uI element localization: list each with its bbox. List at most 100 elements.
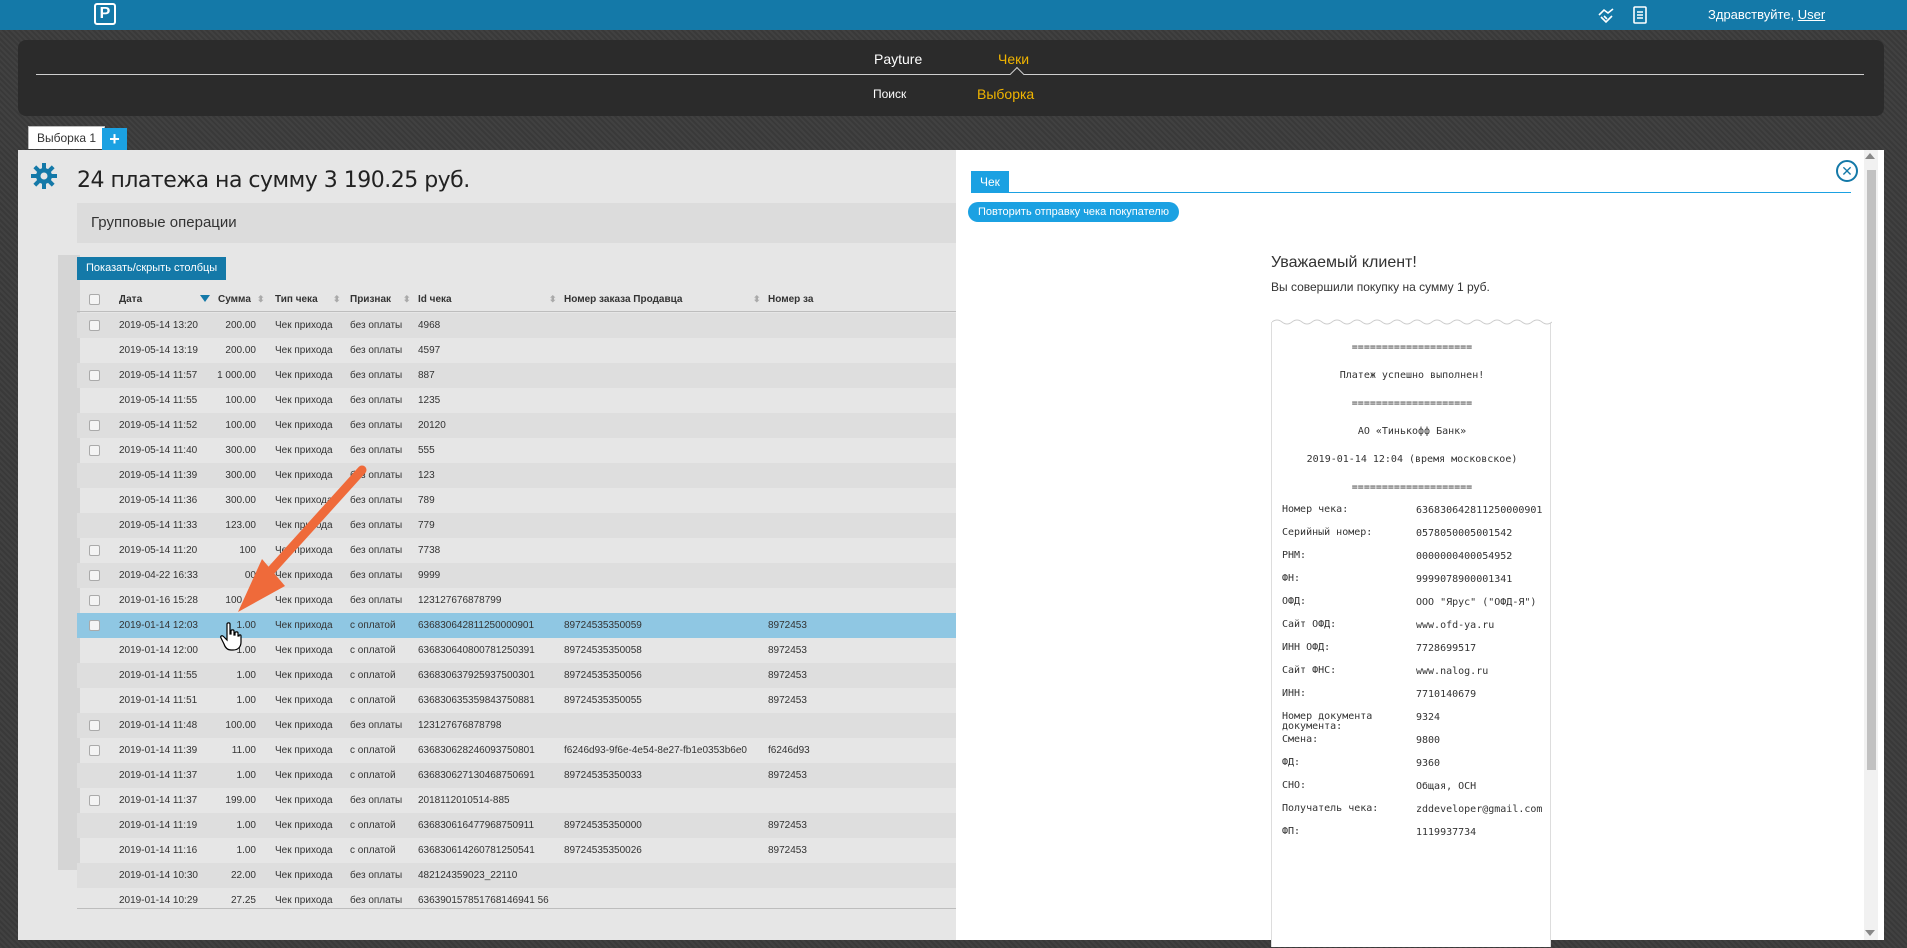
column-sort-icon[interactable]: ⬍ [333, 294, 341, 305]
table-row[interactable]: 2019-01-14 11:19 1.00 Чек прихода с оплатой… [77, 813, 957, 838]
row-checkbox[interactable] [89, 570, 100, 581]
cell-sign: без оплаты [350, 345, 403, 356]
cell-id: 636830640800781250391 [418, 645, 535, 656]
gear-icon[interactable] [30, 162, 58, 190]
handshake-icon[interactable] [1596, 5, 1616, 25]
table-row[interactable]: 2019-01-14 10:30 22.00 Чек прихода без опла… [77, 863, 957, 888]
table-row[interactable]: 2019-01-14 11:37 199.00 Чек прихода без опл… [77, 788, 957, 813]
nav-payture[interactable]: Payture [874, 51, 922, 67]
table-row[interactable]: 2019-01-14 11:39 11.00 Чек прихода с оплато… [77, 738, 957, 763]
receipt-field-value: Общая, ОСН [1416, 781, 1477, 792]
cell-type: Чек прихода [275, 870, 333, 881]
row-checkbox[interactable] [89, 620, 100, 631]
row-checkbox[interactable] [89, 320, 100, 331]
nav-divider [36, 74, 1864, 75]
scroll-up-icon[interactable] [1865, 153, 1875, 159]
col-type[interactable]: Тип чека [275, 294, 318, 305]
app-logo[interactable]: P [94, 3, 116, 25]
top-bar: P Здравствуйте, User [0, 0, 1907, 30]
table-row[interactable]: 2019-01-14 11:37 1.00 Чек прихода с оплатой… [77, 763, 957, 788]
tab-receipt[interactable]: Чек [971, 171, 1009, 193]
cell-type: Чек прихода [275, 520, 333, 531]
receipt-panel: ✕ Чек Повторить отправку чека покупателю… [956, 150, 1884, 947]
col-sign[interactable]: Признак [350, 294, 391, 305]
table-row[interactable]: 2019-01-14 11:51 1.00 Чек прихода с оплатой… [77, 688, 957, 713]
cell-type: Чек прихода [275, 320, 333, 331]
table-row[interactable]: 2019-05-14 11:57 1 000.00 Чек прихода без о… [77, 363, 957, 388]
cell-type: Чек прихода [275, 845, 333, 856]
cell-sum: 1.00 [236, 820, 256, 831]
table-row[interactable]: 2019-05-14 13:20 200.00 Чек прихода без опл… [77, 313, 957, 338]
group-operations[interactable]: Групповые операции [77, 203, 977, 243]
nav-checks[interactable]: Чеки [998, 51, 1029, 67]
cell-id: 636830635359843750881 [418, 695, 535, 706]
cell-id: 9999 [418, 570, 441, 581]
table-row[interactable]: 2019-05-14 11:20 100 Чек прихода без оплаты… [77, 538, 957, 563]
receipt-field-label: ИНН: [1282, 688, 1307, 699]
table-row[interactable]: 2019-05-14 13:19 200.00 Чек прихода без опл… [77, 338, 957, 363]
row-checkbox[interactable] [89, 545, 100, 556]
toggle-columns-button[interactable]: Показать/скрыть столбцы [77, 257, 227, 280]
table-row[interactable]: 2019-01-14 10:29 27.25 Чек прихода без опла… [77, 888, 957, 913]
sort-desc-icon[interactable] [200, 295, 210, 302]
row-checkbox[interactable] [89, 720, 100, 731]
table-row[interactable]: 2019-01-14 12:03 1.00 Чек прихода с оплатой… [77, 613, 957, 638]
receipt-field-label: Серийный номер: [1282, 527, 1373, 538]
col-order-2[interactable]: Номер за [768, 294, 813, 305]
receipt-field-value: 7710140679 [1416, 689, 1477, 700]
resend-receipt-button[interactable]: Повторить отправку чека покупателю [968, 202, 1179, 222]
select-all-checkbox[interactable] [89, 294, 100, 305]
cell-sum: 100.00 [225, 395, 256, 406]
row-checkbox[interactable] [89, 745, 100, 756]
table-row[interactable]: 2019-05-14 11:36 300.00 Чек прихода без опл… [77, 488, 957, 513]
cell-type: Чек прихода [275, 545, 333, 556]
cell-order: 89724535350055 [564, 695, 642, 706]
column-sort-icon[interactable]: ⬍ [549, 294, 557, 305]
table-row[interactable]: 2019-01-14 12:00 1.00 Чек прихода с оплатой… [77, 638, 957, 663]
table-row[interactable]: 2019-05-14 11:39 300.00 Чек прихода без опл… [77, 463, 957, 488]
table-row[interactable]: 2019-04-22 16:33 00 Чек прихода без оплаты 9… [77, 563, 957, 588]
receipt-field-label: Получатель чека: [1282, 803, 1379, 814]
document-list-icon[interactable] [1630, 5, 1650, 25]
table-row[interactable]: 2019-05-14 11:55 100.00 Чек прихода без опл… [77, 388, 957, 413]
table-row[interactable]: 2019-01-14 11:16 1.00 Чек прихода с оплатой… [77, 838, 957, 863]
row-checkbox[interactable] [89, 420, 100, 431]
cell-id: 887 [418, 370, 435, 381]
cell-id: 123 [418, 470, 435, 481]
cell-order2: 8972453 [768, 645, 807, 656]
scrollbar-thumb[interactable] [1867, 170, 1876, 770]
row-checkbox[interactable] [89, 795, 100, 806]
column-sort-icon[interactable]: ⬍ [403, 294, 411, 305]
tab-selection-1[interactable]: Выборка 1 [28, 126, 106, 149]
table-row[interactable]: 2019-05-14 11:52 100.00 Чек прихода без опл… [77, 413, 957, 438]
cell-sign: с оплатой [350, 695, 396, 706]
row-checkbox[interactable] [89, 595, 100, 606]
row-checkbox[interactable] [89, 370, 100, 381]
table-row[interactable]: 2019-05-14 11:40 300.00 Чек прихода без опл… [77, 438, 957, 463]
col-order[interactable]: Номер заказа Продавца [564, 294, 682, 305]
column-sort-icon[interactable]: ⬍ [753, 294, 761, 305]
receipt-field-value: 9999078900001341 [1416, 574, 1513, 585]
cell-sign: без оплаты [350, 370, 403, 381]
close-icon[interactable]: ✕ [1836, 160, 1858, 182]
row-checkbox[interactable] [89, 445, 100, 456]
cell-sign: без оплаты [350, 420, 403, 431]
table-row[interactable]: 2019-01-16 15:28 100.00 Чек прихода без опл… [77, 588, 957, 613]
nav-selection[interactable]: Выборка [977, 86, 1034, 102]
scroll-down-icon[interactable] [1865, 930, 1875, 936]
user-link[interactable]: User [1798, 7, 1825, 22]
cell-order2: f6246d93 [768, 745, 810, 756]
nav-search[interactable]: Поиск [873, 87, 906, 101]
table-row[interactable]: 2019-05-14 11:33 123.00 Чек прихода без опл… [77, 513, 957, 538]
cell-order: 89724535350059 [564, 620, 642, 631]
col-date[interactable]: Дата [119, 294, 142, 305]
add-tab-button[interactable]: + [102, 128, 127, 150]
cell-id: 779 [418, 520, 435, 531]
cell-sum: 100.00 [225, 595, 256, 606]
column-sort-icon[interactable]: ⬍ [257, 294, 265, 305]
col-sum[interactable]: Сумма [218, 294, 251, 305]
table-row[interactable]: 2019-01-14 11:48 100.00 Чек прихода без опл… [77, 713, 957, 738]
receipt-separator: ==================== [1351, 398, 1473, 409]
col-id[interactable]: Id чека [418, 294, 452, 305]
table-row[interactable]: 2019-01-14 11:55 1.00 Чек прихода с оплатой… [77, 663, 957, 688]
